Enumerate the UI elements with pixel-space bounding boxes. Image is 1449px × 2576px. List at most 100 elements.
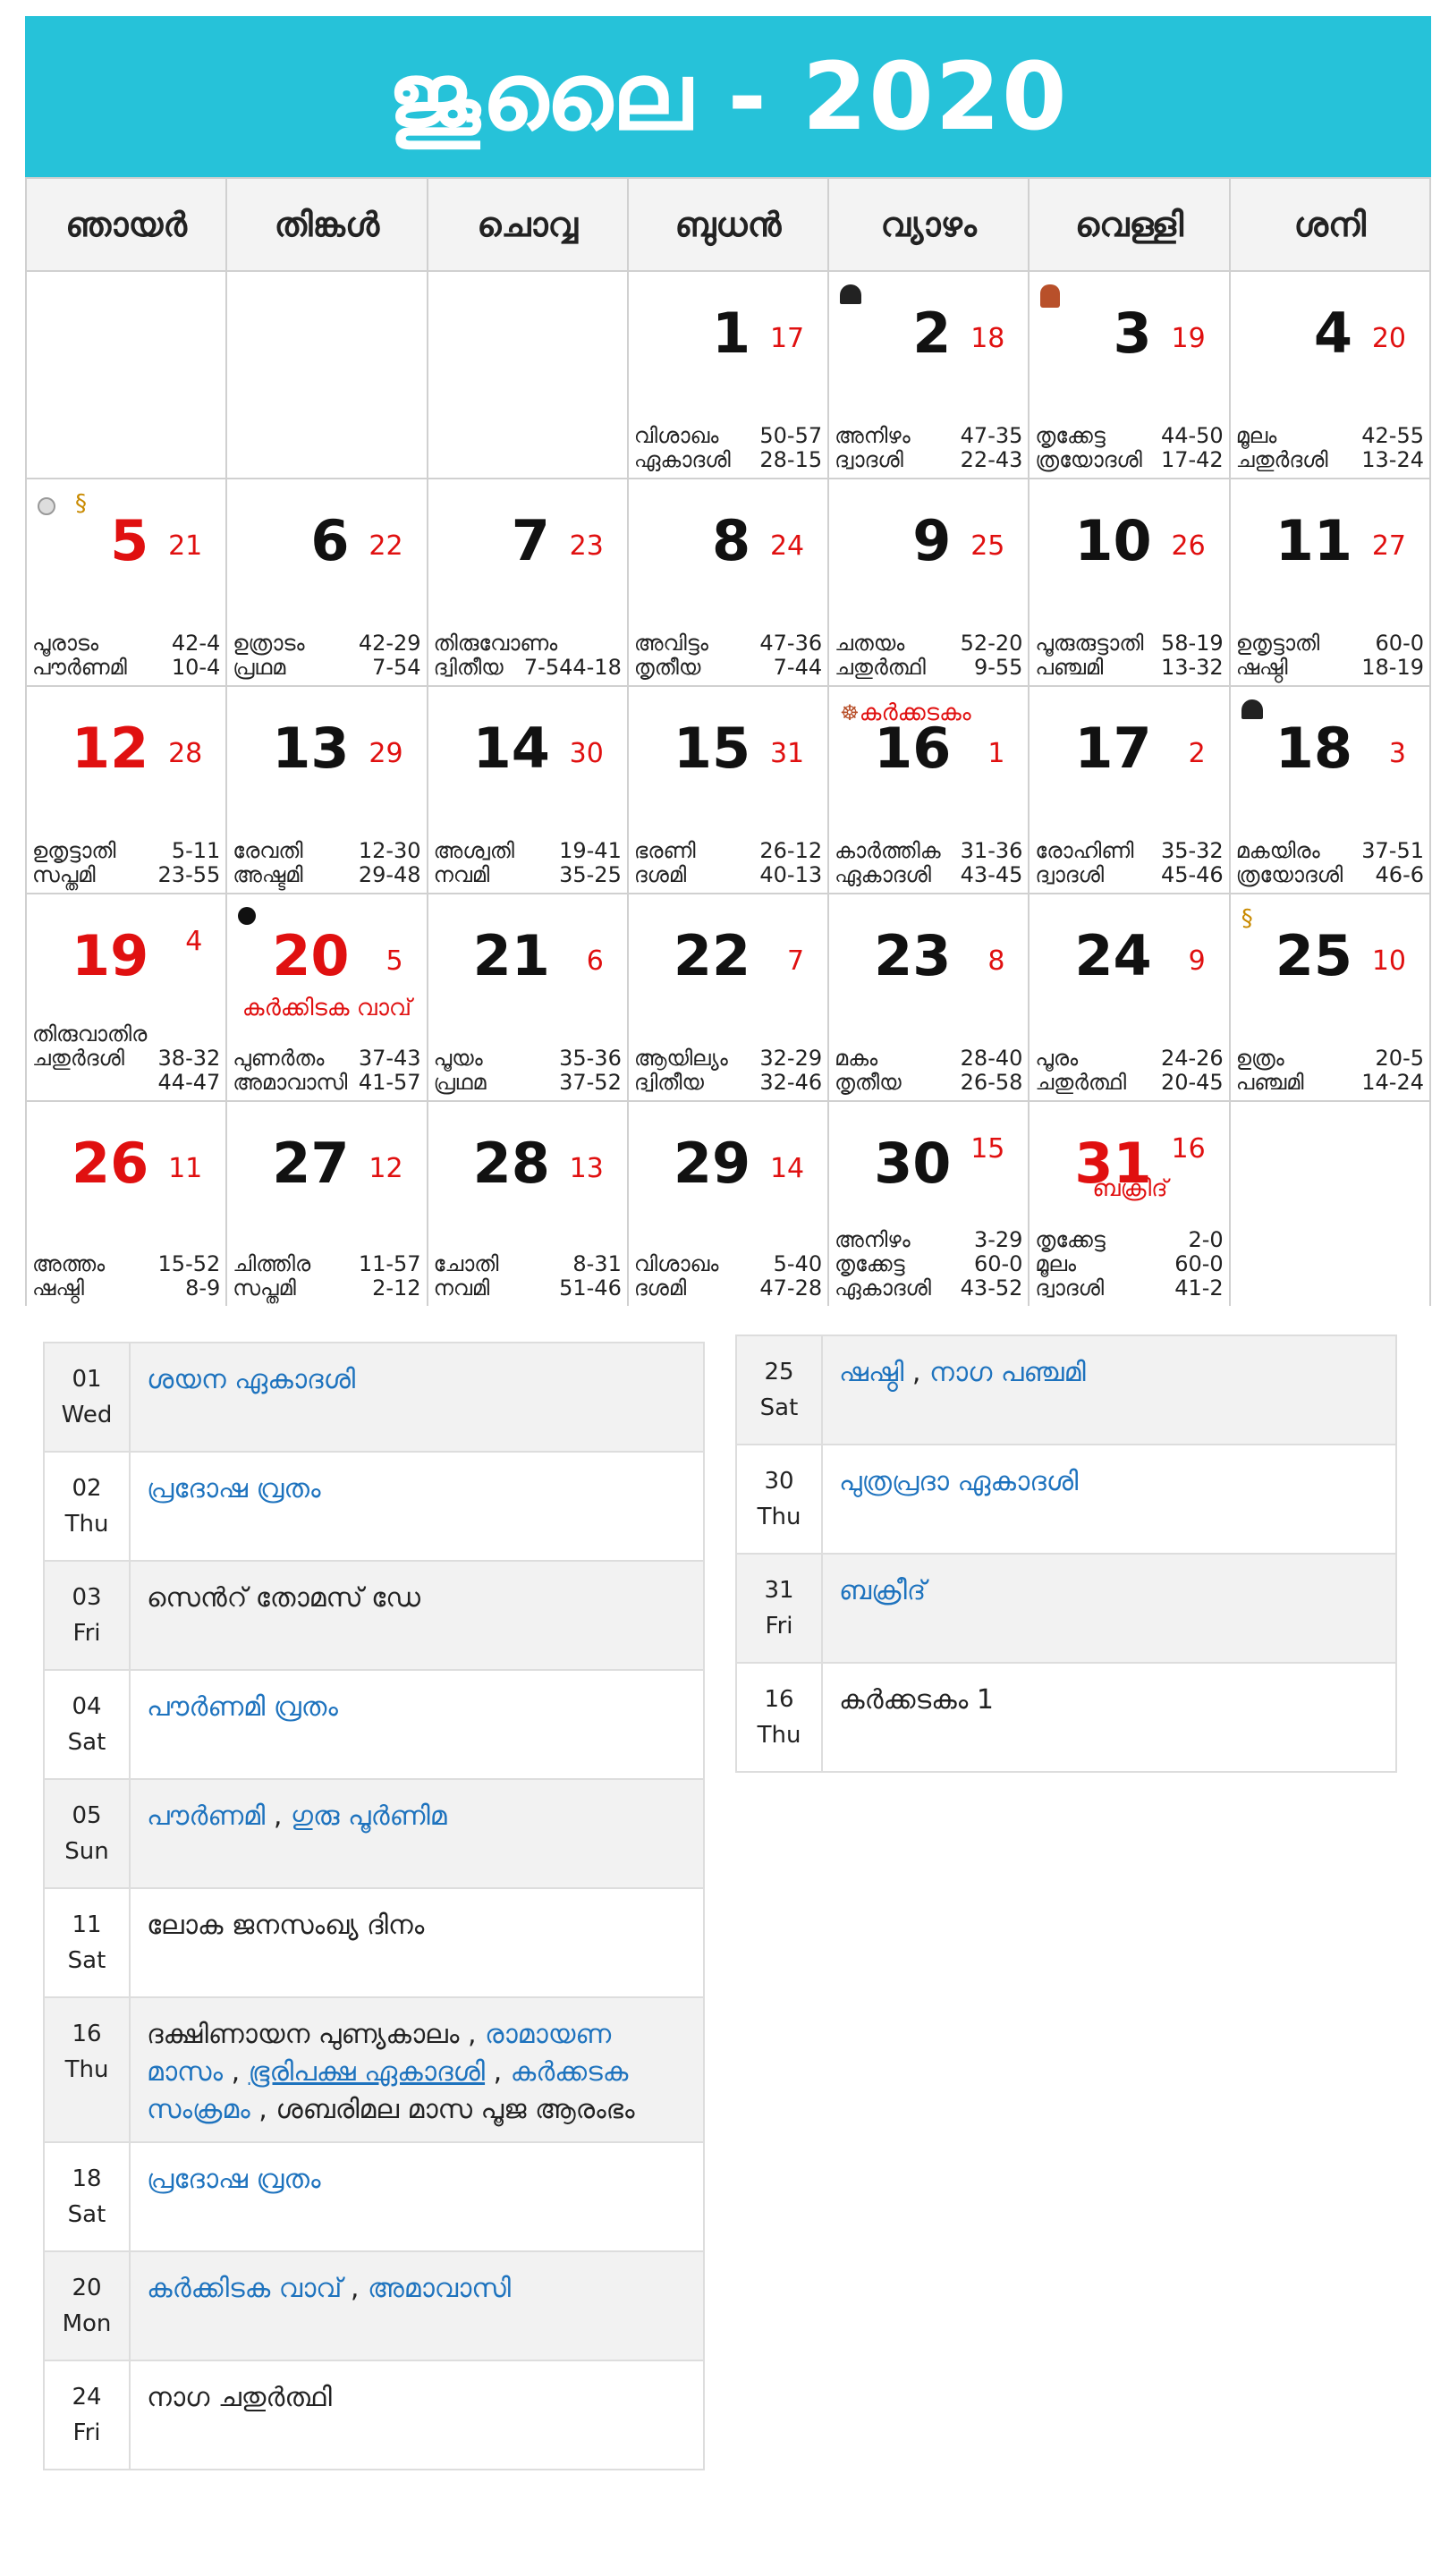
tithi: പഞ്ചമി xyxy=(1035,655,1104,680)
day-cell-23[interactable]: 23 8 മകം 28-40 തൃതീയ 26-58 xyxy=(827,893,1030,1102)
nakshatra-row: ചതയം 52-20 xyxy=(835,631,1022,656)
day-cell-2[interactable]: 2 18 അനിഴം 47-35 ദ്വാദശി 22-43 xyxy=(827,270,1030,479)
event-link[interactable]: കർക്കിടക വാവ് xyxy=(147,2273,342,2304)
event-weekday: Wed xyxy=(61,1402,113,1428)
event-link[interactable]: പൗർണമി xyxy=(147,1801,265,1832)
event-day: 16 xyxy=(72,2021,102,2047)
tithi: സപ്തമി xyxy=(233,1275,296,1301)
event-text: ബക്രീദ് xyxy=(823,1555,1395,1662)
event-link[interactable]: ഷഷ്ഠി xyxy=(839,1357,903,1388)
nakshatra: ചിത്തിര xyxy=(233,1251,311,1276)
tithi: പൗർണമി xyxy=(32,655,127,680)
day-details: പൂരം 24-26 ചതുർത്ഥി 20-45 xyxy=(1035,1046,1223,1095)
day-cell-20[interactable]: 20 5 കർക്കിടക വാവ് പുണർതം 37-43 അമാവാസി 41… xyxy=(225,893,428,1102)
day-cell-31[interactable]: 31 16 ബക്രീദ് തൃക്കേട്ട 2-0 മൂലം 60-0 ദ്വാ… xyxy=(1028,1100,1231,1306)
tithi-row: അമാവാസി 41-57 xyxy=(233,1071,420,1095)
day-details: ഉത്രാടം 42-29 പ്രഥമ 7-54 xyxy=(233,631,420,680)
day-cell-18[interactable]: 18 3 മകയിരം 37-51 ത്രയോദശി 46-6 xyxy=(1228,685,1432,894)
event-link[interactable]: അമാവാസി xyxy=(368,2273,511,2304)
day-number: 16 xyxy=(874,716,952,781)
event-text: ലോക ജനസംഖ്യ ദിനം xyxy=(131,1889,703,1996)
day-cell-5[interactable]: § 5 21 പൂരാടം 42-4 പൗർണമി 10-4 xyxy=(24,478,228,687)
day-cell-8[interactable]: 8 24 അവിട്ടം 47-36 തൃതീയ 7-44 xyxy=(626,478,830,687)
nakshatra: ചോതി xyxy=(433,1251,499,1276)
tithi: ത്രയോദശി xyxy=(1035,447,1142,472)
day-cell-25[interactable]: § 25 10 ഉത്രം 20-5 പഞ്ചമി 14-24 xyxy=(1228,893,1432,1102)
tithi-row: പ്രഥമ 7-54 xyxy=(233,656,420,680)
day-cell-24[interactable]: 24 9 പൂരം 24-26 ചതുർത്ഥി 20-45 xyxy=(1028,893,1231,1102)
day-cell-4[interactable]: 4 20 മൂലം 42-55 ചതുർദശി 13-24 xyxy=(1228,270,1432,479)
day-cell-12[interactable]: 12 28 ഉതൃട്ടാതി 5-11 സപ്തമി 23-55 xyxy=(24,685,228,894)
separator: , xyxy=(459,2019,486,2050)
day-number: 2 xyxy=(912,301,952,366)
tithi-row: നവമി 35-25 xyxy=(434,863,622,887)
day-cell-21[interactable]: 21 6 പൂയം 35-36 പ്രഥമ 37-52 xyxy=(426,893,629,1102)
day-cell-7[interactable]: 7 23 തിരുവോണം ദ്വിതീയ 7-544-18 xyxy=(426,478,629,687)
day-cell-10[interactable]: 10 26 പൂരുരുട്ടാതി 58-19 പഞ്ചമി 13-32 xyxy=(1028,478,1231,687)
tithi: ദശമി xyxy=(633,1275,687,1301)
day-cell-30[interactable]: 30 15 അനിഴം 3-29 തൃക്കേട്ട 60-0 ഏകാദശി 43-5… xyxy=(827,1100,1030,1306)
event-link[interactable]: പുത്രപ്രദാ ഏകാദശി xyxy=(839,1466,1078,1497)
event-weekday: Mon xyxy=(62,2310,112,2337)
tithi-row: ത്രയോദശി 17-42 xyxy=(1035,448,1223,472)
day-cell-26[interactable]: 26 11 അത്തം 15-52 ഷഷ്ഠി 8-9 xyxy=(24,1100,228,1306)
nakshatra-time: 19-41 xyxy=(559,838,622,863)
malayalam-date: 1 xyxy=(987,738,1005,769)
day-cell-17[interactable]: 17 2 രോഹിണി 35-32 ദ്വാദശി 45-46 xyxy=(1028,685,1231,894)
nakshatra: പൂയം xyxy=(433,1046,483,1071)
event-weekday: Thu xyxy=(64,2056,109,2083)
day-cell-15[interactable]: 15 31 ഭരണി 26-12 ദശമി 40-13 xyxy=(626,685,830,894)
malayalam-date: 21 xyxy=(168,530,203,562)
day-cell-6[interactable]: 6 22 ഉത്രാടം 42-29 പ്രഥമ 7-54 xyxy=(225,478,428,687)
day-number: 7 xyxy=(511,508,550,573)
day-cell-13[interactable]: 13 29 രേവതി 12-30 അഷ്ടമി 29-48 xyxy=(225,685,428,894)
tithi: ത്രയോദശി xyxy=(1235,862,1343,887)
event-link[interactable]: പ്രദോഷ വ്രതം xyxy=(147,1473,321,1504)
nakshatra: മൂലം xyxy=(1235,423,1277,448)
day-number: 11 xyxy=(1275,508,1352,573)
event-link[interactable]: ബക്രീദ് xyxy=(839,1575,926,1606)
day-number: 15 xyxy=(673,716,751,781)
day-cell-16[interactable]: ☸കർക്കടകം 16 1 കാർത്തിക 31-36 ഏകാദശി 43-45 xyxy=(827,685,1030,894)
event-link[interactable]: നാഗ പഞ്ചമി xyxy=(929,1357,1086,1388)
day-number: 13 xyxy=(272,716,350,781)
event-row: 04 Sat പൗർണമി വ്രതം xyxy=(45,1669,703,1778)
tithi: ഏകാദശി xyxy=(835,1275,932,1301)
day-details: ഉത്രം 20-5 പഞ്ചമി 14-24 xyxy=(1236,1046,1424,1095)
day-cell-9[interactable]: 9 25 ചതയം 52-20 ചതുർത്ഥി 9-55 xyxy=(827,478,1030,687)
day-number: 17 xyxy=(1074,716,1152,781)
nakshatra-time: 35-36 xyxy=(559,1046,622,1071)
nakshatra: മകം xyxy=(835,1046,878,1071)
event-link[interactable]: ശയന ഏകാദശി xyxy=(147,1364,355,1395)
day-cell-22[interactable]: 22 7 ആയില്യം 32-29 ദ്വിതീയ 32-46 xyxy=(626,893,830,1102)
event-day: 20 xyxy=(72,2275,102,2301)
nakshatra-time: 12-30 xyxy=(358,838,421,863)
festival-label: കർക്കിടക വാവ് xyxy=(242,995,412,1021)
nakshatra: അത്തം xyxy=(32,1251,106,1276)
malayalam-date: 5 xyxy=(386,945,403,977)
event-link[interactable]: ഗുരു പൂർണിമ xyxy=(291,1801,447,1832)
day-cell-1[interactable]: 1 17 വിശാഖം 50-57 ഏകാദശി 28-15 xyxy=(626,270,830,479)
tithi-time: 2-12 xyxy=(372,1275,421,1301)
tithi: നവമി xyxy=(433,1275,490,1301)
event-day: 05 xyxy=(72,1802,102,1829)
tithi-row: ചതുർത്ഥി 9-55 xyxy=(835,656,1022,680)
day-cell-14[interactable]: 14 30 അശ്വതി 19-41 നവമി 35-25 xyxy=(426,685,629,894)
event-link[interactable]: പൗർണമി വ്രതം xyxy=(147,1691,338,1723)
day-details: ഭരണി 26-12 ദശമി 40-13 xyxy=(634,839,822,887)
day-cell-3[interactable]: 3 19 തൃക്കേട്ട 44-50 ത്രയോദശി 17-42 xyxy=(1028,270,1231,479)
event-link[interactable]: ഭൂരിപക്ഷ ഏകാദശി xyxy=(249,2056,485,2088)
day-cell-27[interactable]: 27 12 ചിത്തിര 11-57 സപ്തമി 2-12 xyxy=(225,1100,428,1306)
day-cell-11[interactable]: 11 27 ഉതൃട്ടാതി 60-0 ഷഷ്ഠി 18-19 xyxy=(1228,478,1432,687)
day-cell-19[interactable]: 19 4 തിരുവാതിര ചതുർദശി 38-32 44-47 xyxy=(24,893,228,1102)
event-weekday: Fri xyxy=(765,1613,793,1640)
nakshatra-2: തൃക്കേട്ട xyxy=(835,1251,905,1276)
malayalam-date: 6 xyxy=(586,945,604,977)
malayalam-date: 12 xyxy=(369,1153,403,1184)
event-link[interactable]: പ്രദോഷ വ്രതം xyxy=(147,2164,321,2195)
day-cell-29[interactable]: 29 14 വിശാഖം 5-40 ദശമി 47-28 xyxy=(626,1100,830,1306)
event-date: 01 Wed xyxy=(45,1343,131,1451)
empty-cell xyxy=(1228,1100,1432,1306)
day-cell-28[interactable]: 28 13 ചോതി 8-31 നവമി 51-46 xyxy=(426,1100,629,1306)
nakshatra-time: 60-0 xyxy=(1375,631,1424,656)
